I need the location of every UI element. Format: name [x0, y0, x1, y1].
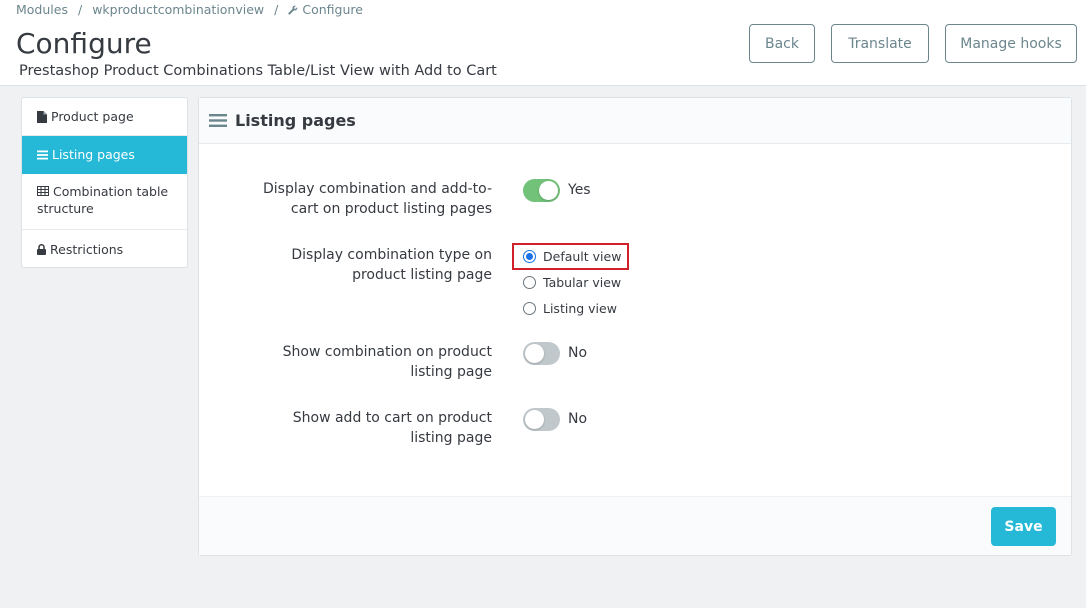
radio-default-view[interactable]: Default view	[523, 249, 621, 264]
wrench-icon	[288, 5, 298, 15]
sidebar-item-product-page[interactable]: Product page	[22, 98, 187, 136]
settings-panel: Listing pages Display combination and ad…	[198, 97, 1072, 556]
page-header: Modules / wkproductcombinationview / Con…	[0, 0, 1086, 86]
panel-footer: Save	[199, 496, 1071, 555]
radio-button[interactable]	[523, 302, 536, 315]
back-button[interactable]: Back	[749, 24, 815, 63]
sidebar-item-label: Listing pages	[52, 147, 135, 162]
display-combination-label: Display combination and add-to-cart on p…	[262, 181, 492, 217]
page-subtitle: Prestashop Product Combinations Table/Li…	[19, 63, 497, 79]
display-combination-value: Yes	[568, 182, 591, 198]
sidebar-item-combination-table[interactable]: Combination table structure	[22, 174, 187, 230]
show-add-to-cart-toggle[interactable]	[523, 408, 560, 431]
breadcrumb: Modules / wkproductcombinationview / Con…	[16, 2, 363, 17]
sidebar-item-restrictions[interactable]: Restrictions	[22, 230, 187, 267]
show-add-to-cart-label: Show add to cart on product listing page	[292, 410, 492, 446]
radio-label: Tabular view	[543, 275, 622, 290]
radio-button[interactable]	[523, 276, 536, 289]
radio-label: Default view	[543, 249, 622, 264]
show-add-to-cart-value: No	[568, 411, 588, 427]
panel-header: Listing pages	[199, 98, 1071, 144]
sidebar-item-listing-pages[interactable]: Listing pages	[22, 136, 187, 174]
breadcrumb-separator: /	[77, 2, 83, 17]
panel-title: Listing pages	[235, 111, 356, 130]
display-combination-toggle[interactable]	[523, 179, 560, 202]
translate-button[interactable]: Translate	[831, 24, 929, 63]
page-title: Configure	[16, 27, 152, 60]
breadcrumb-configure: Configure	[302, 2, 363, 17]
combination-type-label: Display combination type on product list…	[291, 247, 492, 283]
show-combination-toggle[interactable]	[523, 342, 560, 365]
sidebar-item-label: Combination table structure	[37, 183, 187, 217]
sidebar-item-label: Restrictions	[50, 241, 124, 257]
breadcrumb-module-name[interactable]: wkproductcombinationview	[92, 2, 264, 17]
radio-button-checked[interactable]	[523, 250, 536, 263]
manage-hooks-button[interactable]: Manage hooks	[945, 24, 1077, 63]
radio-listing-view[interactable]: Listing view	[523, 301, 617, 316]
sidebar-item-text: Combination table structure	[37, 184, 169, 216]
show-combination-value: No	[568, 345, 588, 361]
toggle-knob	[525, 410, 544, 429]
breadcrumb-separator: /	[274, 2, 279, 17]
bars-icon	[209, 114, 227, 127]
table-icon	[37, 186, 49, 196]
file-icon	[37, 110, 47, 123]
sidebar-menu: Product page Listing pages Combination t…	[21, 97, 188, 268]
toggle-knob	[539, 181, 558, 200]
breadcrumb-modules[interactable]: Modules	[16, 2, 68, 17]
radio-tabular-view[interactable]: Tabular view	[523, 275, 621, 290]
show-combination-label: Show combination on product listing page	[282, 344, 492, 380]
radio-label: Listing view	[543, 301, 617, 316]
toggle-knob	[525, 344, 544, 363]
lock-icon	[37, 243, 46, 255]
save-button[interactable]: Save	[991, 507, 1056, 546]
sidebar-item-label: Product page	[51, 109, 134, 124]
list-icon	[37, 150, 48, 160]
